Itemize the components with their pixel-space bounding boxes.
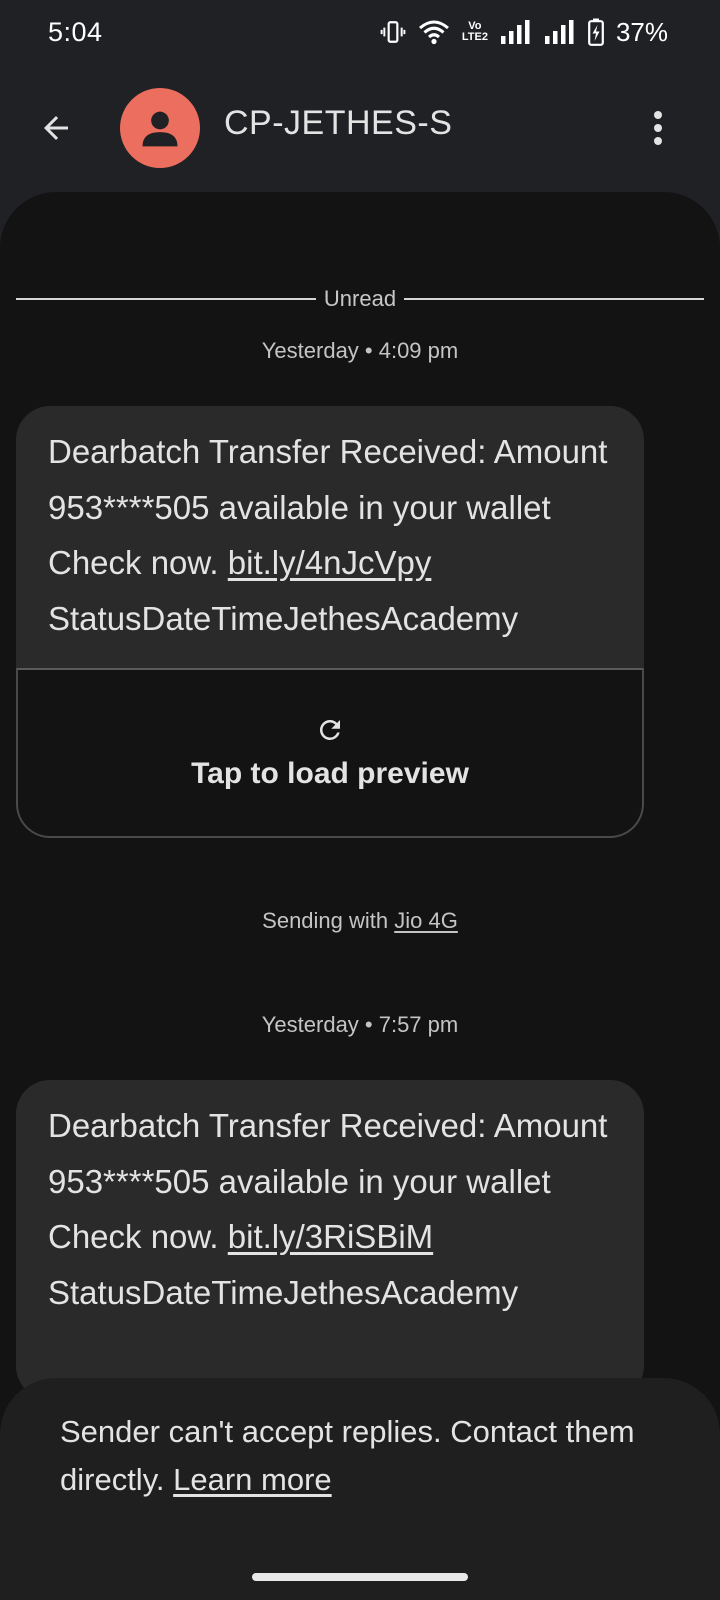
battery-percent: 37% xyxy=(615,16,668,47)
message-text-1: Dearbatch Transfer Received: Amount 953*… xyxy=(48,433,608,637)
carrier-link[interactable]: Jio 4G xyxy=(394,908,458,933)
divider-line-left xyxy=(16,298,316,300)
signal-icon-1 xyxy=(500,19,532,45)
message-text-2: Dearbatch Transfer Received: Amount 953*… xyxy=(48,1107,608,1311)
message-timestamp-1: Yesterday • 4:09 pm xyxy=(261,338,459,363)
message-link-1[interactable]: bit.ly/4nJcVpy xyxy=(228,544,432,581)
status-bar: 5:04 Vo LTE2 37% xyxy=(0,0,720,64)
message-link-2[interactable]: bit.ly/3RiSBiM xyxy=(228,1218,433,1255)
unread-label: Unread xyxy=(323,286,397,311)
more-vert-icon xyxy=(654,111,662,145)
person-icon xyxy=(142,111,178,147)
back-button[interactable] xyxy=(30,102,82,154)
battery-charging-icon xyxy=(588,18,604,46)
more-options-button[interactable] xyxy=(638,104,678,152)
message-bubble-1[interactable]: Dearbatch Transfer Received: Amount 953*… xyxy=(16,406,644,838)
message-timestamp-2: Yesterday • 7:57 pm xyxy=(261,1012,459,1037)
unread-divider: Unread xyxy=(16,286,704,312)
reply-notice-text: Sender can't accept replies. Contact the… xyxy=(60,1414,635,1497)
reply-notice: Sender can't accept replies. Contact the… xyxy=(0,1378,720,1600)
message-bubble-2[interactable]: Dearbatch Transfer Received: Amount 953*… xyxy=(16,1080,644,1400)
arrow-back-icon xyxy=(44,116,68,140)
avatar[interactable] xyxy=(120,88,200,168)
learn-more-link[interactable]: Learn more xyxy=(173,1462,332,1497)
home-indicator[interactable] xyxy=(252,1573,468,1581)
preview-label: Tap to load preview xyxy=(191,757,469,790)
sending-with-info: Sending with Jio 4G xyxy=(262,908,458,933)
contact-name[interactable]: CP-JETHES-S xyxy=(224,104,452,143)
status-icons: Vo LTE2 37% xyxy=(380,17,668,48)
signal-icon-2 xyxy=(544,19,576,45)
refresh-icon xyxy=(319,720,340,740)
wifi-icon xyxy=(418,19,450,45)
link-preview-button[interactable]: Tap to load preview xyxy=(16,668,644,838)
status-time: 5:04 xyxy=(48,16,103,47)
divider-line-right xyxy=(404,298,704,300)
app-bar: CP-JETHES-S xyxy=(0,80,720,176)
vibrate-icon xyxy=(380,19,406,45)
volte-badge: Vo LTE2 xyxy=(461,20,488,43)
